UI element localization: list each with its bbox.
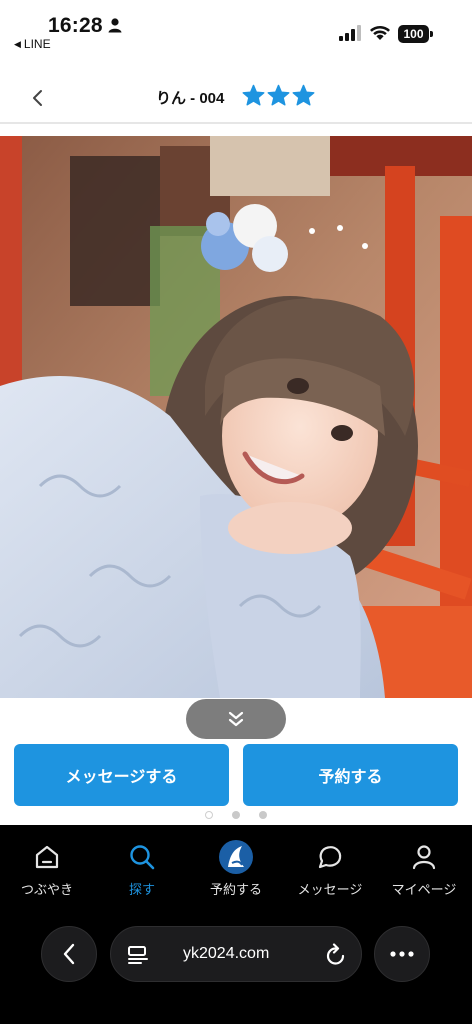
wifi-icon bbox=[370, 26, 390, 40]
search-icon bbox=[130, 845, 155, 870]
message-button-label: メッセージする bbox=[65, 769, 178, 786]
reserve-button[interactable]: 予約する bbox=[243, 744, 458, 806]
carousel-dot[interactable] bbox=[259, 811, 267, 819]
nav-item-search[interactable]: 探す bbox=[95, 841, 189, 901]
rating-stars bbox=[242, 84, 315, 107]
back-button[interactable] bbox=[24, 84, 52, 112]
page-title: りん - 004 bbox=[156, 90, 225, 107]
nav-item-message[interactable]: メッセージ bbox=[283, 841, 377, 901]
home-icon bbox=[35, 845, 59, 869]
cellular-signal-icon bbox=[339, 25, 361, 41]
star-icon bbox=[267, 84, 290, 106]
nav-label: 予約する bbox=[209, 882, 262, 897]
person-icon bbox=[108, 18, 122, 33]
chat-icon bbox=[318, 846, 342, 869]
reload-icon[interactable] bbox=[325, 943, 347, 967]
status-bar: 16:28 ◀ LINE 100 bbox=[0, 0, 472, 58]
expand-details-button[interactable] bbox=[186, 699, 286, 739]
double-chevron-down-icon bbox=[228, 711, 244, 727]
back-to-app-link[interactable]: ◀ LINE bbox=[14, 37, 51, 51]
reserve-button-label: 予約する bbox=[318, 769, 383, 786]
nav-item-mypage[interactable]: マイページ bbox=[377, 841, 471, 901]
carousel-dot[interactable] bbox=[232, 811, 240, 819]
back-triangle-icon: ◀ bbox=[14, 38, 21, 49]
nav-label: 探す bbox=[128, 882, 155, 897]
chevron-left-icon bbox=[33, 90, 42, 106]
person-icon bbox=[412, 845, 436, 870]
back-app-label: LINE bbox=[23, 37, 51, 51]
url-text: yk2024.com bbox=[183, 945, 270, 962]
message-button[interactable]: メッセージする bbox=[14, 744, 229, 806]
battery-indicator: 100 bbox=[398, 25, 433, 43]
nav-label: マイページ bbox=[391, 882, 457, 897]
url-bar[interactable]: yk2024.com bbox=[110, 926, 362, 982]
star-icon bbox=[292, 84, 315, 106]
battery-cap bbox=[430, 31, 433, 37]
bottom-navigation: つぶやき 探す 予約する メッセージ マイページ bbox=[0, 825, 472, 1024]
nav-item-reserve[interactable]: 予約する bbox=[189, 840, 283, 901]
carousel-dot[interactable] bbox=[205, 811, 213, 819]
battery-level: 100 bbox=[398, 25, 429, 43]
browser-more-button[interactable] bbox=[374, 926, 430, 982]
brand-logo-icon bbox=[219, 840, 253, 874]
chevron-left-icon bbox=[63, 943, 75, 965]
status-time: 16:28 bbox=[48, 14, 103, 37]
page-header: りん - 004 bbox=[0, 72, 472, 124]
nav-label: つぶやき bbox=[20, 882, 73, 897]
browser-back-button[interactable] bbox=[41, 926, 97, 982]
reader-mode-icon[interactable] bbox=[127, 945, 149, 965]
profile-photo[interactable] bbox=[0, 136, 472, 698]
more-dots-icon bbox=[390, 951, 414, 957]
star-icon bbox=[242, 84, 265, 106]
carousel-indicator bbox=[0, 811, 472, 823]
nav-item-tsubuyaki[interactable]: つぶやき bbox=[0, 841, 94, 901]
nav-label: メッセージ bbox=[297, 882, 363, 897]
